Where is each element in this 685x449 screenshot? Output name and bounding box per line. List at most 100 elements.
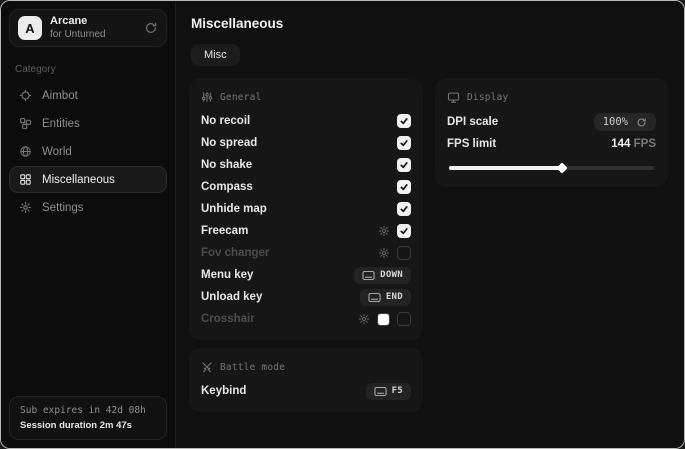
setting-label: DPI scale (447, 116, 498, 128)
tab-bar: Misc (191, 44, 668, 66)
setting-label: Freecam (201, 225, 248, 237)
logo-card: A Arcane for Unturned (9, 9, 167, 47)
app-name: Arcane (50, 15, 106, 28)
keybind-button[interactable]: DOWN (354, 267, 411, 284)
setting-label: No spread (201, 137, 257, 149)
main-content: Miscellaneous Misc General (176, 1, 684, 448)
setting-label: Unload key (201, 291, 262, 303)
panels-area: General No recoil No spread (189, 78, 668, 412)
app-subtitle: for Unturned (50, 29, 106, 41)
checkbox[interactable] (397, 114, 411, 128)
sync-icon[interactable] (144, 21, 158, 35)
fps-slider[interactable] (449, 166, 654, 170)
setting-label: Unhide map (201, 203, 267, 215)
fps-slider-fill (449, 166, 562, 170)
swords-icon (201, 361, 213, 373)
app-window: A Arcane for Unturned Category Aimbot (0, 0, 685, 449)
setting-label: Fov changer (201, 247, 269, 259)
checkbox[interactable] (397, 202, 411, 216)
panel-display: Display DPI scale 100% (435, 78, 668, 187)
setting-row-dpi-scale: DPI scale 100% (447, 111, 656, 133)
setting-label: FPS limit (447, 138, 496, 150)
setting-row-no-shake: No shake (201, 154, 411, 176)
checkbox[interactable] (397, 158, 411, 172)
setting-label: No shake (201, 159, 252, 171)
setting-row-fps-limit: FPS limit 144 FPS (447, 133, 656, 155)
gear-icon[interactable] (358, 313, 370, 325)
panel-general-header: General (201, 91, 411, 103)
sidebar-item-settings[interactable]: Settings (9, 194, 167, 221)
right-column: Display DPI scale 100% (435, 78, 668, 187)
keyboard-icon (368, 292, 381, 303)
setting-row-fov-changer: Fov changer (201, 242, 411, 264)
color-swatch[interactable] (377, 313, 390, 326)
panel-battle-header: Battle mode (201, 361, 411, 373)
session-duration-text: Session duration 2m 47s (20, 420, 156, 431)
keybind-button[interactable]: F5 (366, 383, 411, 400)
checkbox[interactable] (397, 136, 411, 150)
setting-label: Menu key (201, 269, 253, 281)
keybind-button[interactable]: END (360, 289, 411, 306)
setting-row-no-recoil: No recoil (201, 110, 411, 132)
keybind-value: END (386, 292, 403, 302)
logo-text: Arcane for Unturned (50, 15, 106, 40)
sub-expires-text: Sub expires in 42d 08h (20, 405, 156, 416)
sidebar-item-label: Settings (42, 202, 84, 214)
setting-row-compass: Compass (201, 176, 411, 198)
setting-row-freecam: Freecam (201, 220, 411, 242)
checkbox[interactable] (397, 312, 411, 326)
globe-icon (19, 145, 32, 158)
setting-row-menu-key: Menu key DOWN (201, 264, 411, 286)
setting-label: No recoil (201, 115, 250, 127)
setting-row-no-spread: No spread (201, 132, 411, 154)
checkbox[interactable] (397, 224, 411, 238)
dpi-scale-value: 100% (603, 116, 628, 128)
panel-title: Display (467, 92, 508, 103)
left-column: General No recoil No spread (189, 78, 423, 412)
sidebar-item-entities[interactable]: Entities (9, 110, 167, 137)
keybind-value: DOWN (380, 270, 403, 280)
gear-icon[interactable] (378, 247, 390, 259)
setting-label: Compass (201, 181, 253, 193)
tab-misc[interactable]: Misc (191, 44, 240, 66)
gear-icon (19, 201, 32, 214)
panel-battle-mode: Battle mode Keybind F5 (189, 348, 423, 412)
sidebar-nav: Aimbot Entities World (9, 82, 167, 222)
fps-number: 144 (611, 138, 630, 150)
checkbox[interactable] (397, 246, 411, 260)
grid-icon (19, 173, 32, 186)
sliders-icon (201, 91, 213, 103)
dpi-scale-control[interactable]: 100% (594, 113, 656, 131)
fps-slider-thumb[interactable] (556, 162, 567, 173)
sidebar-item-label: Aimbot (42, 90, 78, 102)
keyboard-icon (374, 386, 387, 397)
setting-label: Crosshair (201, 313, 255, 325)
entities-icon (19, 117, 32, 130)
sidebar-item-label: Entities (42, 118, 80, 130)
sidebar-item-label: World (42, 146, 72, 158)
setting-label: Keybind (201, 385, 246, 397)
fps-limit-value: 144 FPS (611, 138, 656, 150)
monitor-icon (447, 91, 460, 104)
panel-title: General (220, 92, 261, 103)
sidebar-item-world[interactable]: World (9, 138, 167, 165)
setting-row-unhide-map: Unhide map (201, 198, 411, 220)
gear-icon[interactable] (378, 225, 390, 237)
category-label: Category (15, 64, 161, 75)
crosshair-icon (19, 89, 32, 102)
keyboard-icon (362, 270, 375, 281)
setting-row-unload-key: Unload key END (201, 286, 411, 308)
setting-row-crosshair: Crosshair (201, 308, 411, 330)
fps-unit: FPS (634, 138, 656, 150)
keybind-value: F5 (392, 386, 403, 396)
checkbox[interactable] (397, 180, 411, 194)
panel-general: General No recoil No spread (189, 78, 423, 340)
sidebar: A Arcane for Unturned Category Aimbot (1, 1, 176, 448)
reset-icon (636, 117, 647, 128)
setting-row-keybind: Keybind F5 (201, 380, 411, 402)
sidebar-item-aimbot[interactable]: Aimbot (9, 82, 167, 109)
panel-title: Battle mode (220, 362, 285, 373)
subscription-card: Sub expires in 42d 08h Session duration … (9, 396, 167, 440)
sidebar-item-miscellaneous[interactable]: Miscellaneous (9, 166, 167, 193)
app-logo: A (18, 16, 42, 40)
